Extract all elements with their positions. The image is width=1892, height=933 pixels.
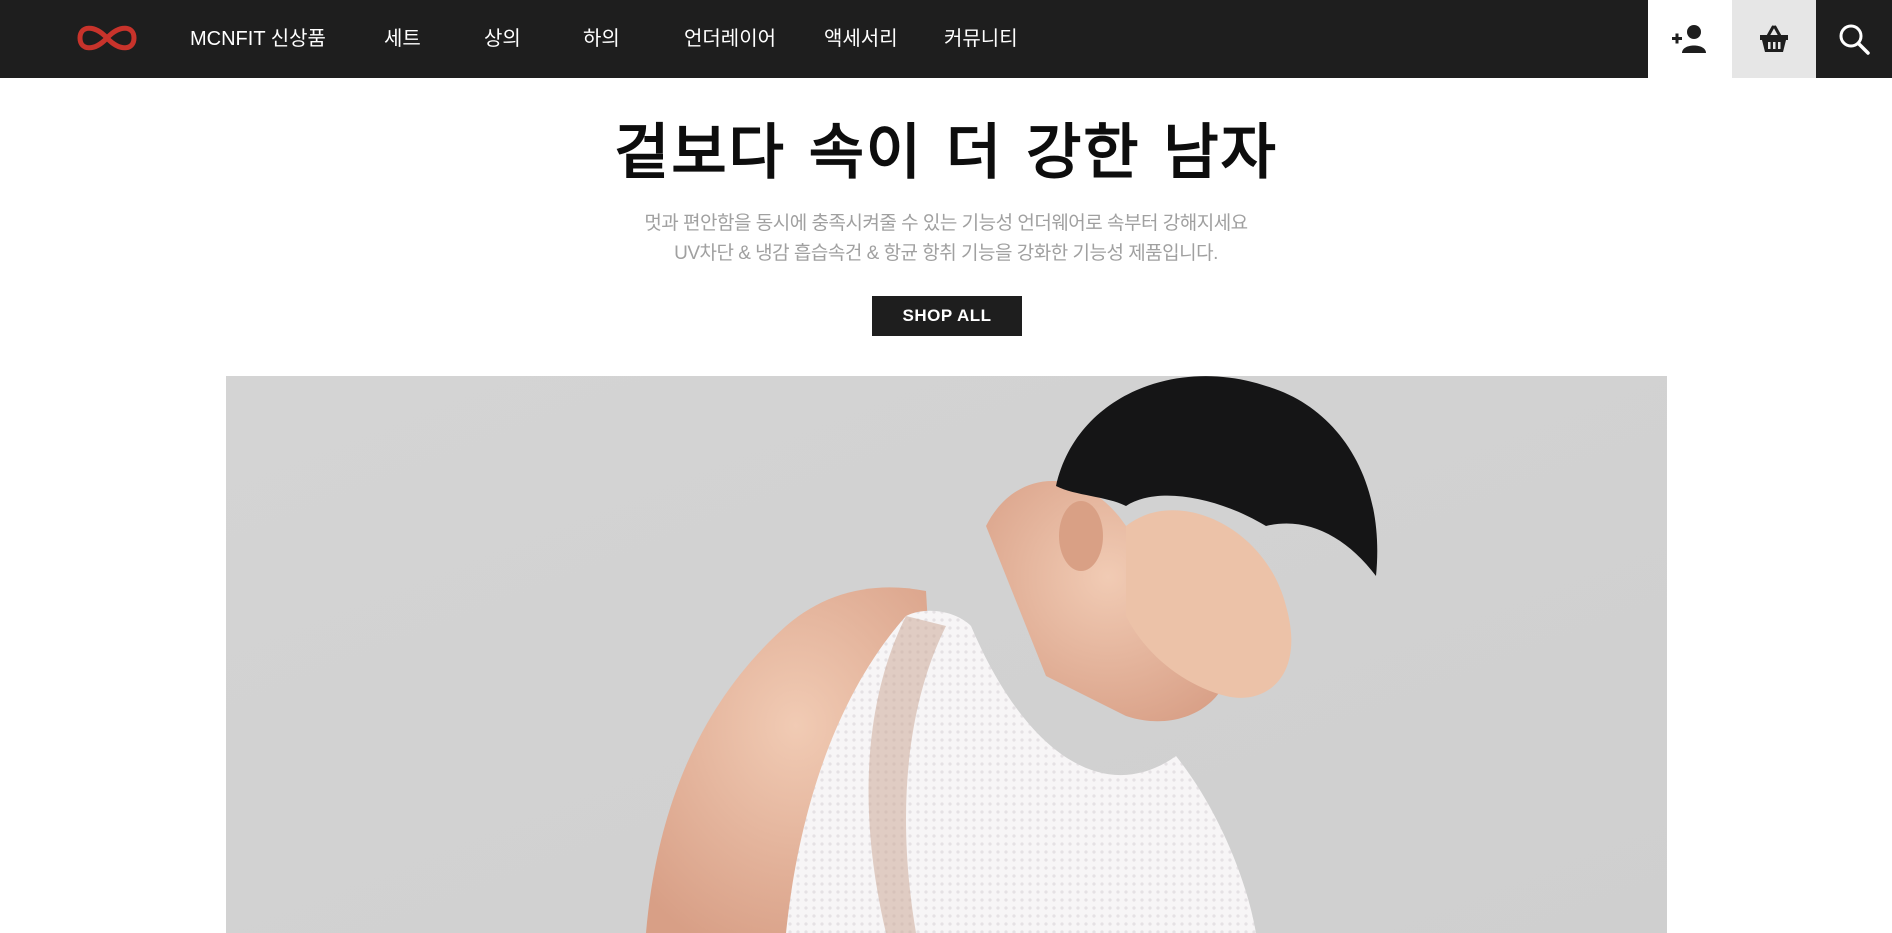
shop-all-button[interactable]: SHOP ALL: [872, 296, 1022, 336]
join-button[interactable]: [1648, 0, 1732, 78]
menu-item-bottoms[interactable]: 하의: [583, 22, 620, 51]
hero-subtitle-line1: 멋과 편안함을 동시에 충족시켜줄 수 있는 기능성 언더웨어로 속부터 강해지…: [644, 213, 1248, 234]
cart-button[interactable]: [1732, 0, 1816, 78]
top-navigation-bar: MCNFIT 신상품 세트 상의 하의 언더레이어 액세서리 커뮤니티: [0, 0, 1892, 78]
menu-item-community[interactable]: 커뮤니티: [944, 22, 1018, 51]
basket-icon: [1760, 25, 1788, 52]
search-icon: [1839, 24, 1870, 55]
menu-item-accessories[interactable]: 액세서리: [824, 22, 898, 51]
menu-item-underlayer[interactable]: 언더레이어: [684, 22, 776, 51]
brand-logo[interactable]: [72, 18, 142, 58]
hero-banner-image[interactable]: [226, 376, 1667, 933]
search-button[interactable]: [1816, 0, 1892, 78]
model-photo: [226, 376, 1667, 933]
hero-title: 겉보다 속이 더 강한 남자: [614, 118, 1278, 188]
add-user-icon: [1672, 25, 1706, 53]
infinity-logo-icon: [77, 25, 137, 51]
menu-item-set[interactable]: 세트: [384, 22, 421, 51]
hero-subtitle-line2: UV차단 & 냉감 흡습속건 & 항균 항취 기능을 강화한 기능성 제품입니다…: [674, 243, 1218, 264]
menu-item-new[interactable]: MCNFIT 신상품: [190, 22, 326, 51]
menu-item-tops[interactable]: 상의: [484, 22, 521, 51]
